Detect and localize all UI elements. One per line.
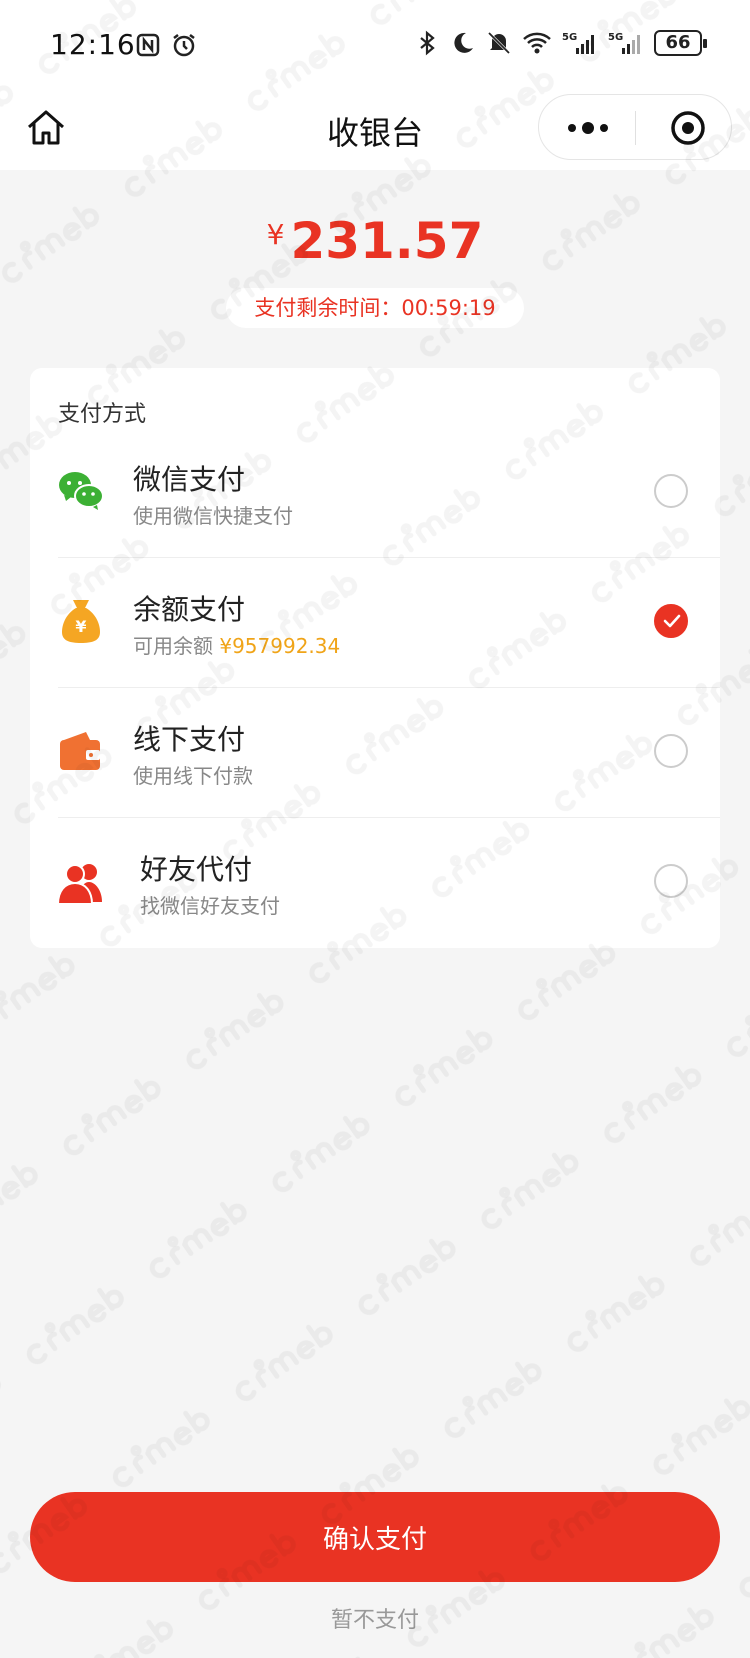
signal-5g-icon: 5G [608, 32, 640, 54]
bluetooth-icon [420, 30, 435, 56]
moon-icon [454, 32, 473, 53]
pay-method-name: 线下支付 [133, 723, 246, 756]
pay-method-balance[interactable]: ¥ 余额支付 可用余额 ¥957992.34 [30, 558, 720, 688]
timer-value: 00:59:19 [401, 296, 496, 320]
check-icon [663, 614, 681, 628]
nfc-icon [136, 33, 160, 57]
pay-method-name: 好友代付 [140, 853, 253, 886]
signal-5g-icon: 5G [562, 32, 594, 54]
money-bag-icon: ¥ [62, 600, 100, 643]
status-bar: 12:16 5G 5G 66 [0, 0, 750, 92]
mini-program-capsule [538, 94, 732, 160]
more-icon[interactable] [563, 113, 613, 143]
pay-method-wechat[interactable]: 微信支付 使用微信快捷支付 [30, 428, 720, 558]
pay-method-name: 微信支付 [133, 463, 246, 496]
svg-text:¥: ¥ [75, 617, 86, 636]
radio-friend[interactable] [654, 864, 688, 898]
pay-method-desc: 可用余额 ¥957992.34 [133, 630, 340, 659]
currency-symbol: ¥ [266, 218, 285, 251]
pay-method-offline[interactable]: 线下支付 使用线下付款 [30, 688, 720, 818]
status-time: 12:16 [50, 28, 136, 61]
payment-methods-title: 支付方式 [58, 402, 147, 427]
payment-methods-card: 支付方式 微信支付 使用微信快捷支付 ¥ 余额支付 可用余额 ¥957992.3… [30, 368, 720, 948]
mute-bell-icon [487, 31, 511, 55]
balance-label: 可用余额 [133, 634, 213, 658]
close-mini-program-icon[interactable] [669, 109, 707, 147]
pay-method-desc: 使用线下付款 [133, 764, 253, 788]
radio-balance[interactable] [654, 604, 688, 638]
capsule-divider [635, 111, 636, 145]
alarm-icon [173, 34, 195, 57]
skip-pay-link[interactable]: 暂不支付 [0, 1602, 750, 1634]
radio-offline[interactable] [654, 734, 688, 768]
pay-method-desc: 找微信好友支付 [140, 894, 280, 918]
radio-wechat[interactable] [654, 474, 688, 508]
payment-countdown: 支付剩余时间：00:59:19 [226, 288, 524, 328]
svg-text:5G: 5G [608, 32, 623, 43]
wallet-icon [60, 732, 100, 770]
payment-amount: ¥231.57 [0, 212, 750, 270]
timer-label: 支付剩余时间： [254, 296, 402, 320]
nav-bar: 收银台 [0, 92, 750, 170]
amount-value: 231.57 [290, 212, 484, 270]
pay-method-name: 余额支付 [133, 593, 246, 626]
battery-indicator: 66 [654, 30, 707, 56]
svg-text:5G: 5G [562, 32, 577, 43]
balance-amount: ¥957992.34 [219, 634, 341, 658]
wifi-icon [523, 32, 551, 54]
friends-icon [56, 864, 102, 905]
pay-method-friend[interactable]: 好友代付 找微信好友支付 [30, 818, 720, 948]
wechat-icon [59, 472, 104, 510]
pay-method-desc: 使用微信快捷支付 [133, 504, 293, 528]
confirm-pay-button[interactable]: 确认支付 [30, 1492, 720, 1582]
